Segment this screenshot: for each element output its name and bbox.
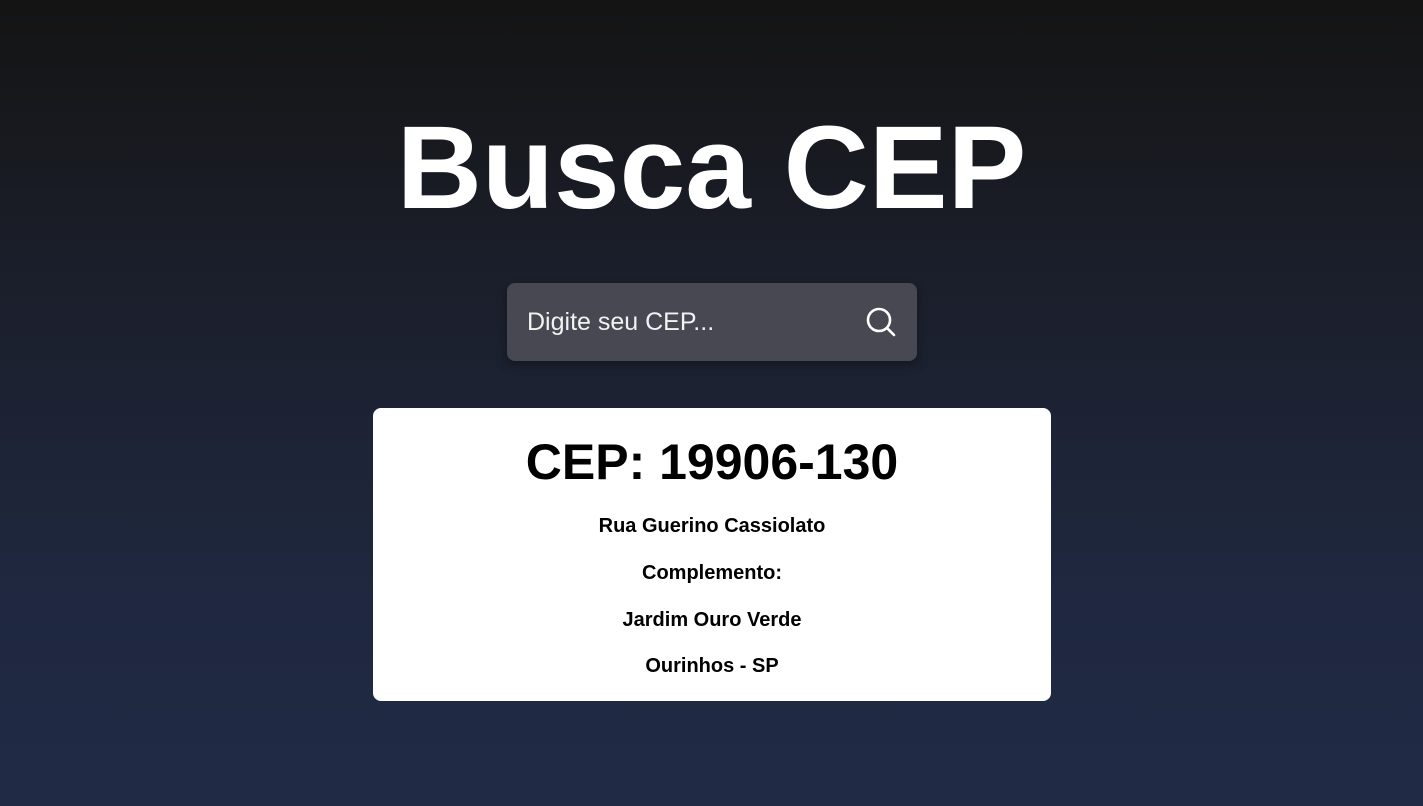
page-title: Busca CEP <box>396 102 1027 234</box>
cep-heading: CEP: 19906-130 <box>525 434 899 490</box>
neighborhood-text: Jardim Ouro Verde <box>622 609 802 631</box>
search-icon <box>866 307 896 337</box>
city-state-text: Ourinhos - SP <box>645 655 779 677</box>
address-result-card: CEP: 19906-130 Rua Guerino Cassiolato Co… <box>373 408 1051 701</box>
search-button[interactable] <box>863 304 899 340</box>
street-text: Rua Guerino Cassiolato <box>598 515 826 537</box>
cep-search-input[interactable] <box>517 283 837 361</box>
complement-text: Complemento: <box>642 562 782 584</box>
search-bar <box>507 283 917 361</box>
